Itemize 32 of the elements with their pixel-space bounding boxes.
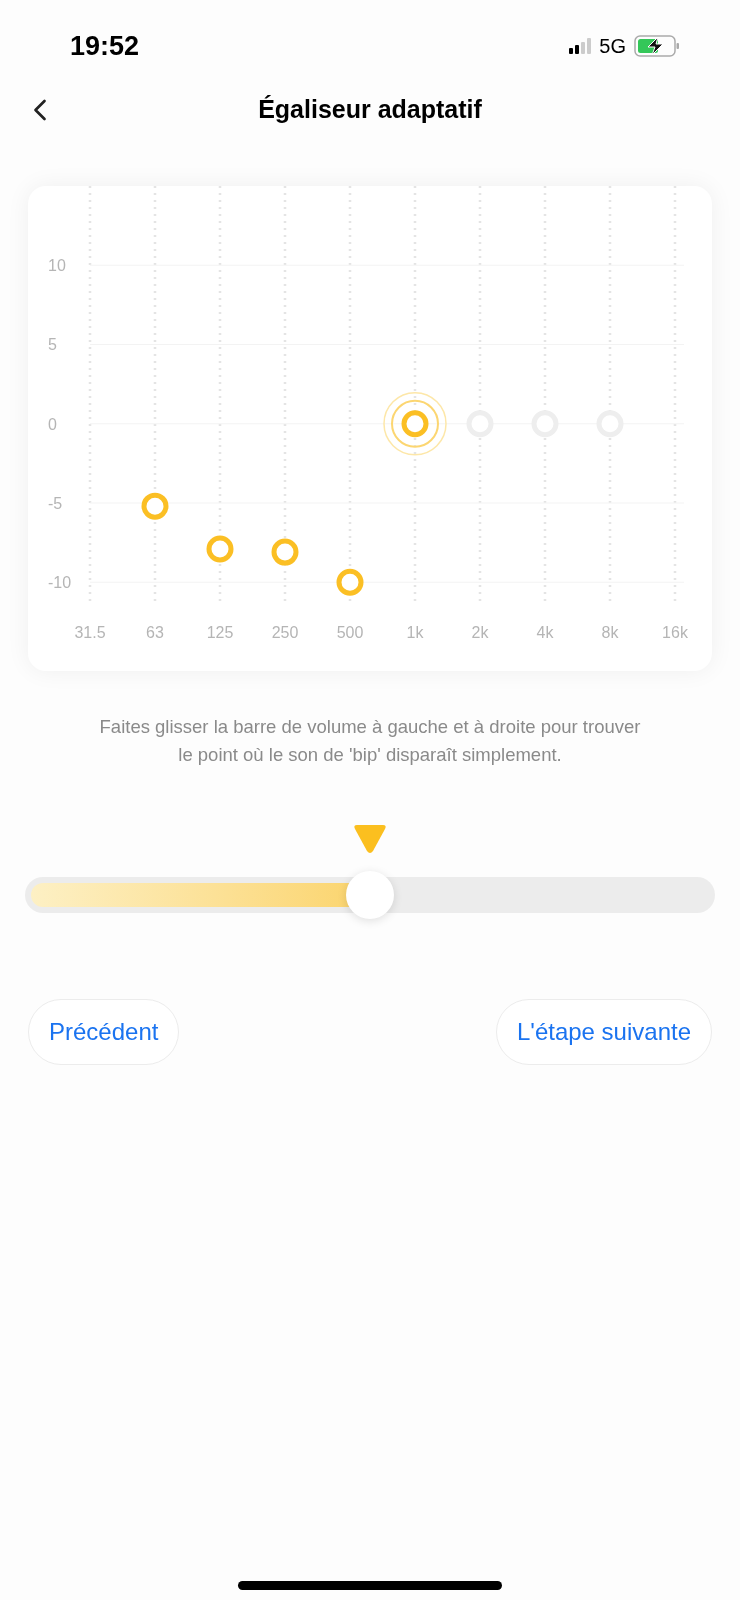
x-axis-label: 2k (471, 624, 489, 641)
x-axis-label: 31.5 (74, 624, 106, 641)
x-axis-label: 250 (271, 624, 299, 641)
x-axis-label: 4k (536, 624, 554, 641)
active-halo (383, 392, 447, 456)
battery-charging-icon (634, 35, 680, 57)
x-axis-label: 63 (146, 624, 164, 641)
page-title: Égaliseur adaptatif (258, 94, 482, 126)
data-point[interactable] (336, 568, 364, 596)
network-label: 5G (599, 34, 626, 59)
data-point[interactable] (141, 492, 169, 520)
data-point[interactable] (401, 410, 429, 438)
signal-icon (569, 38, 592, 54)
x-axis-label: 500 (336, 624, 364, 641)
y-axis-label: 0 (48, 415, 57, 433)
slider-thumb[interactable] (346, 871, 394, 919)
x-axis-label: 8k (601, 624, 619, 641)
y-axis-label: 10 (48, 257, 66, 275)
slider-track[interactable] (25, 871, 715, 919)
x-axis-label: 125 (206, 624, 234, 641)
status-time: 19:52 (70, 29, 140, 63)
y-axis-label: -10 (48, 574, 72, 592)
data-point[interactable] (271, 538, 299, 566)
previous-button[interactable]: Précédent (28, 999, 180, 1065)
instruction-text: Faites glisser la barre de volume à gauche et à droite pour trouver le point où le son de 'bip' disparaît simplement. (98, 715, 642, 767)
data-point[interactable] (206, 535, 234, 563)
x-axis-label: 16k (662, 624, 688, 641)
x-axis-label: 1k (406, 624, 424, 641)
next-button[interactable]: L'étape suivante (495, 999, 712, 1065)
y-axis-label: -5 (48, 495, 63, 512)
y-axis-label: 5 (48, 336, 57, 354)
pointer-triangle-icon (352, 823, 388, 855)
